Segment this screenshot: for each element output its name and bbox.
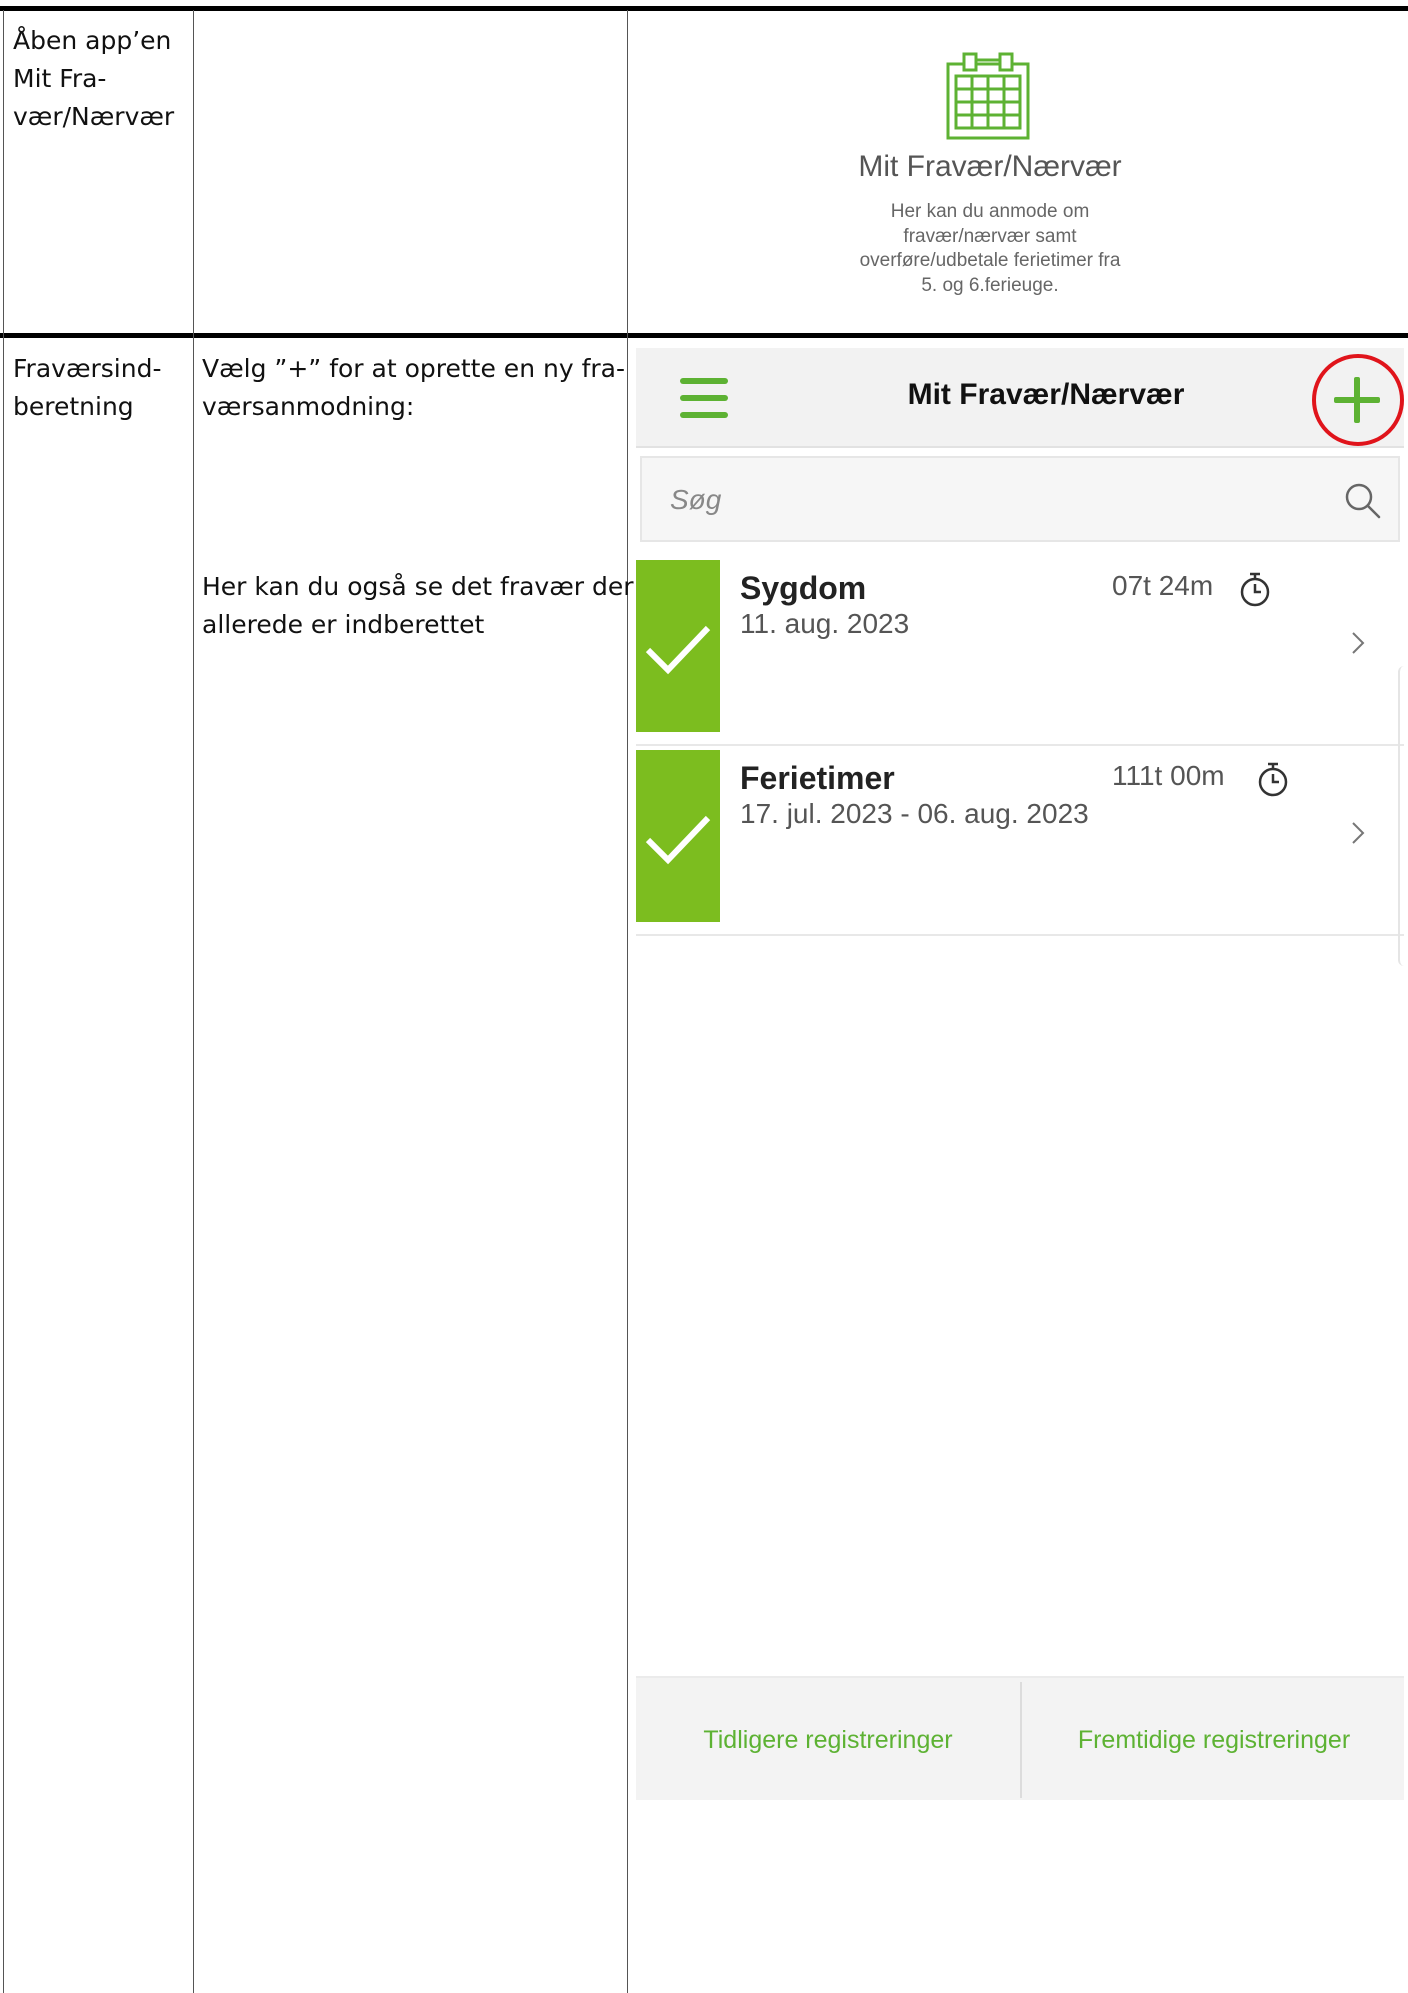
calendar-icon <box>946 52 1030 140</box>
item-title: Sygdom <box>740 570 867 606</box>
item-duration: 111t 00m <box>1112 760 1225 791</box>
instruction-line: værsanmodning: <box>202 392 415 421</box>
row-divider <box>0 333 1408 338</box>
step-line: Fraværsind- <box>13 354 162 383</box>
list-item[interactable]: Sygdom 11. aug. 2023 07t 24m <box>636 556 1404 746</box>
note-line: allerede er indberettet <box>202 610 485 639</box>
step-label-absence-report: Fraværsind- beretning <box>13 350 162 426</box>
app-title: Mit Fravær/Nærvær <box>858 150 1122 183</box>
status-approved <box>636 560 720 732</box>
future-registrations-button[interactable]: Fremtidige registreringer <box>1022 1678 1406 1802</box>
header-title: Mit Fravær/Nærvær <box>907 378 1185 411</box>
column-divider-2 <box>627 10 628 1993</box>
item-date: 11. aug. 2023 <box>740 608 910 639</box>
instruction-line: Vælg ”+” for at oprette en ny fra- <box>202 354 625 383</box>
app-header: Mit Fravær/Nærvær <box>636 348 1404 448</box>
side-drawer-edge <box>1398 666 1404 966</box>
check-icon <box>645 625 711 675</box>
step-line: Mit Fra- <box>13 64 107 93</box>
note-text: Her kan du også se det fravær der allere… <box>202 568 634 644</box>
item-duration: 07t 24m <box>1112 570 1214 601</box>
stopwatch-icon <box>1240 572 1270 607</box>
status-approved <box>636 750 720 922</box>
step-label-open-app: Åben app’en Mit Fra- vær/Nærvær <box>13 22 174 136</box>
chevron-right-icon <box>1352 822 1365 844</box>
app-description-line: overføre/udbetale ferietimer fra <box>859 250 1121 271</box>
step-line: Åben app’en <box>13 26 172 55</box>
bottom-tab-bar: Tidligere registreringer Fremtidige regi… <box>636 1676 1404 1800</box>
chevron-right-icon <box>1352 632 1365 654</box>
item-title: Ferietimer <box>740 760 895 796</box>
app-description-line: 5. og 6.ferieuge. <box>921 274 1059 296</box>
app-description-line: Her kan du anmode om <box>890 201 1090 222</box>
add-absence-button[interactable] <box>1312 354 1404 446</box>
search-bar <box>640 456 1400 542</box>
table-top-border <box>0 6 1408 11</box>
note-line: Her kan du også se det fravær der <box>202 572 634 601</box>
phone-screenshot: Mit Fravær/Nærvær Sygdom 11. aug. 2023 0… <box>636 348 1404 1800</box>
table-left-border <box>3 10 4 1993</box>
search-input[interactable] <box>670 478 1270 522</box>
step-line: vær/Nærvær <box>13 102 175 131</box>
hamburger-menu-icon[interactable] <box>680 378 728 418</box>
app-description-line: fravær/nærvær samt <box>903 225 1077 247</box>
step-line: beretning <box>13 392 134 421</box>
check-icon <box>645 815 711 865</box>
search-icon[interactable] <box>1342 480 1382 520</box>
app-description: Her kan du anmode om fravær/nærvær samt … <box>810 200 1170 298</box>
previous-registrations-button[interactable]: Tidligere registreringer <box>636 1678 1020 1802</box>
stopwatch-icon <box>1258 762 1288 797</box>
column-divider-1 <box>193 10 194 1993</box>
instruction-text: Vælg ”+” for at oprette en ny fra- værsa… <box>202 350 625 426</box>
item-date: 17. jul. 2023 - 06. aug. 2023 <box>740 798 1089 829</box>
list-item[interactable]: Ferietimer 17. jul. 2023 - 06. aug. 2023… <box>636 746 1404 936</box>
app-tile[interactable]: Mit Fravær/Nærvær Her kan du anmode om f… <box>628 44 1352 304</box>
